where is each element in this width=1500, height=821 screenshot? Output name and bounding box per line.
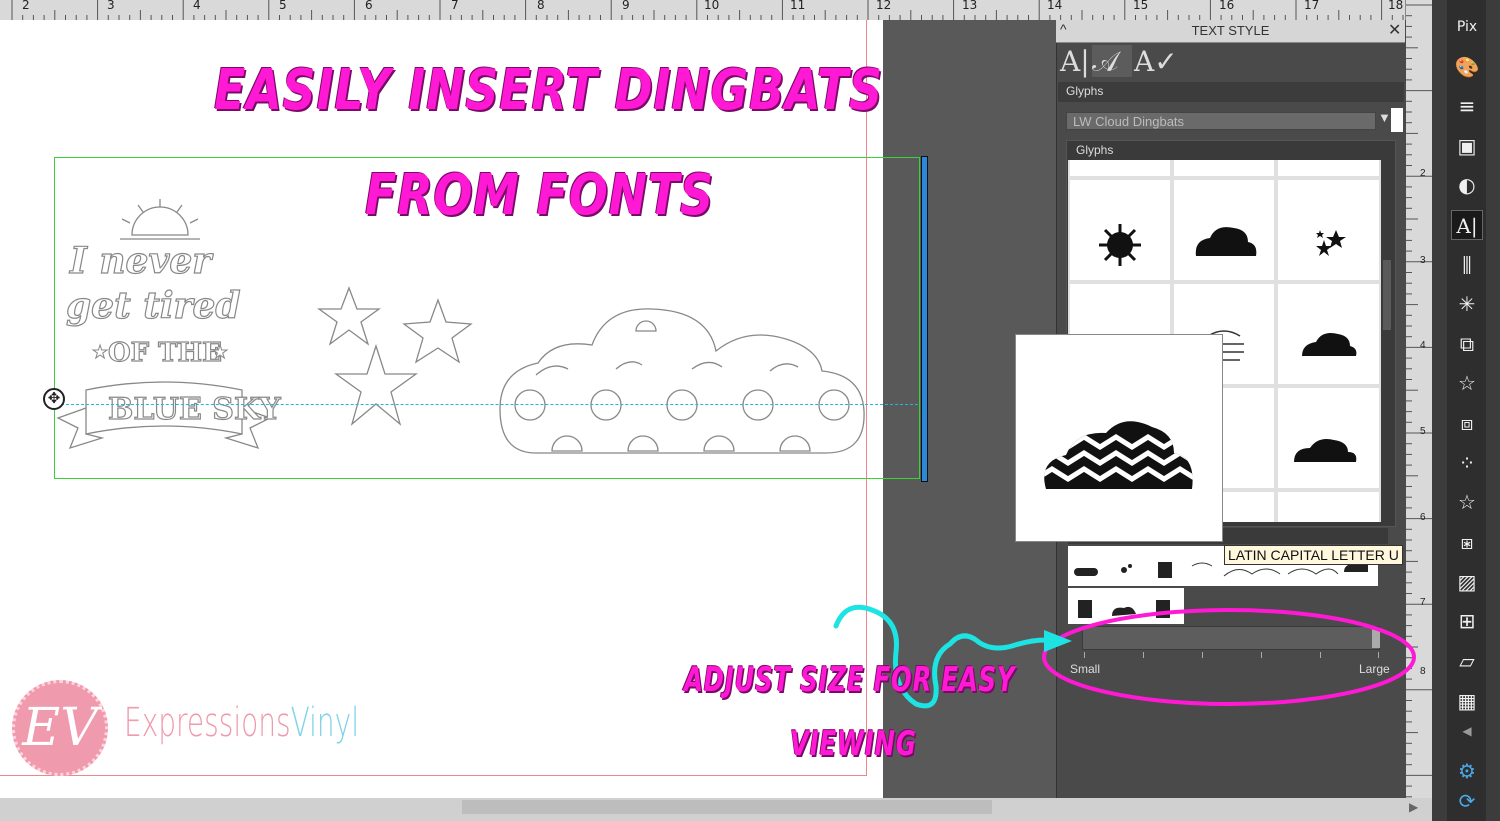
top-ruler-ticks [11,0,1404,20]
modify-icon[interactable]: ⧉ [1451,329,1483,359]
sun-outline [120,199,200,240]
quote-line: BLUE SKY [107,391,281,427]
ruler-label: 2 [22,0,30,12]
glyph-cell[interactable] [1276,160,1381,178]
tutorial-note: VIEWING [790,724,917,764]
sketch-effects-icon[interactable]: ⁘ [1451,448,1483,478]
offset-icon[interactable]: ⧈ [1451,408,1483,438]
ruler-label: 6 [1420,512,1426,523]
highlight-ellipse [1042,608,1416,706]
star-icon[interactable]: ☆ [1451,487,1483,517]
panel-title: TEXT STYLE [1191,23,1270,38]
logo-word: Vinyl [290,700,359,746]
glyph-cell[interactable] [1276,490,1381,522]
stars-outline [316,286,473,426]
sync-icon[interactable]: ⟳ [1451,786,1483,816]
chevron-down-icon[interactable]: ▼ [1378,110,1391,125]
logo-wordmark: ExpressionsVinyl [124,700,359,746]
transform-icon[interactable]: ⧆ [1451,527,1483,557]
ruler-label: 11 [790,0,806,12]
small-star-icon: ★ [211,342,229,363]
glyphs-section-header: Glyphs [1058,82,1404,102]
align-icon[interactable]: ⫼ [1451,250,1483,280]
quote-line: OF THE [107,337,222,368]
logo-monogram: EV [12,680,108,776]
grid-icon[interactable]: ⊞ [1451,606,1483,636]
ruler-label: 13 [962,0,978,12]
glyph-scrollbar-thumb[interactable] [1383,260,1391,330]
text-baseline [56,404,918,405]
ruler-label: 3 [107,0,115,12]
glyph-box-header: Glyphs [1076,143,1114,157]
trace-icon[interactable]: ◐ [1451,170,1483,200]
glyph-cell[interactable] [1276,178,1381,282]
collapse-arrow-icon[interactable]: ◀ [1451,716,1483,746]
collapse-icon[interactable]: ^ [1060,21,1067,37]
favorites-icon[interactable]: ☆ [1451,368,1483,398]
logo-word: Expressions [124,700,291,746]
small-star-icon: ★ [91,342,109,363]
tab-spell-check[interactable]: A✓ [1134,45,1178,78]
glyph-cell[interactable] [1172,178,1276,282]
ruler-label: 16 [1219,0,1235,12]
sun-glyph-icon [1099,224,1141,266]
ruler-label: 14 [1047,0,1063,12]
top-ruler: 2 3 4 5 6 7 8 9 10 11 12 13 14 15 16 17 … [0,0,1405,21]
cloud-glyph-icon [1294,439,1357,462]
ruler-label: 8 [537,0,545,12]
settings-icon[interactable]: ⚙ [1451,756,1483,786]
chevron-cloud-preview-icon [1044,421,1193,489]
glyph-cell[interactable] [1276,386,1381,490]
ruler-label: 12 [876,0,892,12]
glyph-preview-popup [1015,334,1223,542]
palette-icon[interactable]: 🎨 [1451,52,1483,82]
quote-line: get tired [65,284,241,327]
horizontal-scrollbar-thumb[interactable] [462,800,992,814]
ruler-label: 3 [1420,255,1426,266]
glyph-cell[interactable] [1068,178,1172,282]
cloud-glyph-icon [1302,333,1357,356]
tutorial-note: ADJUST SIZE FOR EASY [684,660,1016,700]
move-icon[interactable]: ✥ [43,388,65,410]
library-icon[interactable]: ▦ [1451,686,1483,716]
text-resize-handle[interactable] [921,156,928,482]
ruler-label: 10 [704,0,720,12]
ruler-label: 7 [451,0,459,12]
glyph-cell[interactable] [1172,160,1276,178]
dropdown-edge [1391,108,1403,132]
ruler-label: 9 [622,0,630,12]
tab-glyphs[interactable]: 𝒜 [1092,45,1132,78]
font-dropdown[interactable]: LW Cloud Dingbats [1066,112,1376,130]
ruler-label: 17 [1304,0,1320,12]
glyph-cell[interactable] [1068,160,1172,178]
hatch-icon[interactable]: ▨ [1451,567,1483,597]
ruler-label: 5 [1420,426,1426,437]
ruler-label: 18 [1388,0,1404,12]
tutorial-heading: EASILY INSERT DINGBATS [214,58,883,123]
pixscan-tool[interactable]: Pix [1451,12,1483,42]
page-icon[interactable]: ▱ [1451,646,1483,676]
scroll-right-icon[interactable]: ▶ [1409,800,1418,814]
ruler-label: 4 [1420,340,1426,351]
replicate-icon[interactable]: ✳ [1451,289,1483,319]
ruler-label: 15 [1133,0,1149,12]
ruler-label: 2 [1420,168,1426,179]
close-icon[interactable]: ✕ [1388,20,1401,40]
cloud-outline [499,308,865,454]
glyph-tooltip: LATIN CAPITAL LETTER U [1224,545,1403,565]
quote-line: I never [69,239,212,282]
line-style-icon[interactable]: ≡ [1451,91,1483,121]
page-margin-line [0,775,867,776]
tab-character[interactable]: A| [1060,45,1090,78]
glyph-cell[interactable] [1276,282,1381,386]
text-style-icon[interactable]: A| [1451,210,1483,240]
ruler-label: 6 [365,0,373,12]
stars-glyph-icon [1316,230,1346,256]
glyph-scrollbar[interactable] [1382,160,1392,522]
cloud-glyph-icon [1195,227,1257,256]
fill-icon[interactable]: ▣ [1451,131,1483,161]
ruler-label: 4 [193,0,201,12]
ruler-label: 5 [279,0,287,12]
